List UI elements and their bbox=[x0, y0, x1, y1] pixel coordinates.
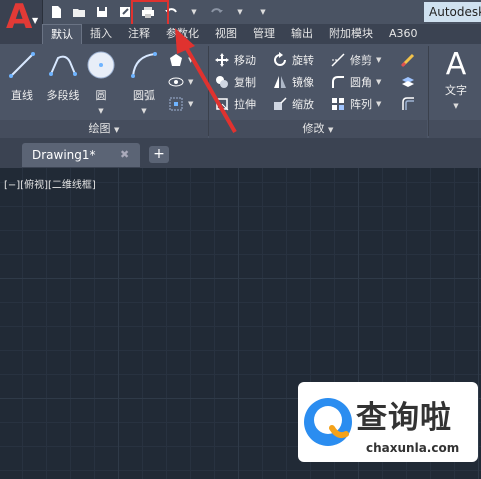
autocad-logo-icon: A bbox=[6, 0, 33, 37]
arc-icon bbox=[131, 52, 157, 78]
circle-tool-label: 圆 ▼ bbox=[95, 89, 107, 115]
undo-dropdown[interactable]: ▼ bbox=[184, 2, 204, 22]
fillet-icon bbox=[332, 76, 344, 88]
redo-button[interactable] bbox=[207, 2, 227, 22]
tab-default[interactable]: 默认 bbox=[42, 24, 82, 44]
explode-tool-button[interactable] bbox=[400, 72, 416, 92]
fillet-tool-button[interactable]: 圆角 ▼ bbox=[330, 72, 381, 92]
chevron-down-icon: ▼ bbox=[376, 100, 382, 108]
mirror-tool-button[interactable]: 镜像 bbox=[272, 72, 314, 92]
erase-tool-button[interactable] bbox=[400, 50, 416, 70]
scale-tool-button[interactable]: 缩放 bbox=[272, 94, 314, 114]
rotate-tool-button[interactable]: 旋转 bbox=[272, 50, 314, 70]
text-a-icon: A bbox=[445, 47, 467, 82]
chevron-down-icon: ▼ bbox=[191, 8, 197, 16]
annotation-arrow-icon bbox=[175, 28, 237, 134]
tab-manage[interactable]: 管理 bbox=[245, 24, 283, 44]
arc-tool-label: 圆弧 ▼ bbox=[133, 89, 155, 115]
eraser-icon bbox=[400, 53, 415, 68]
arc-tool-button[interactable]: 圆弧 ▼ bbox=[125, 50, 163, 116]
viewport-controls[interactable]: [−][俯视][二维线框] bbox=[4, 176, 96, 191]
line-tool-label: 直线 bbox=[11, 89, 33, 102]
save-as-icon bbox=[120, 7, 130, 17]
print-highlight-box bbox=[131, 0, 169, 27]
chevron-down-icon: ▼ bbox=[114, 126, 120, 134]
redo-dropdown[interactable]: ▼ bbox=[230, 2, 250, 22]
tab-output[interactable]: 输出 bbox=[283, 24, 321, 44]
fillet-label: 圆角 bbox=[350, 76, 372, 89]
watermark-url: chaxunla.com bbox=[366, 441, 460, 455]
layers-icon bbox=[402, 77, 414, 87]
chevron-down-icon: ▼ bbox=[328, 126, 334, 134]
text-tool-label: 文字 ▼ bbox=[445, 84, 467, 110]
circle-tool-button[interactable]: 圆 ▼ bbox=[84, 50, 118, 116]
chevron-down-icon: ▼ bbox=[376, 78, 382, 86]
scale-icon bbox=[274, 97, 287, 110]
app-title: Autodesk bbox=[424, 2, 481, 22]
application-menu-button[interactable]: A ▼ bbox=[0, 0, 43, 44]
offset-tool-button[interactable] bbox=[400, 94, 416, 114]
annotation-panel-footer[interactable] bbox=[429, 120, 481, 138]
chevron-down-icon: ▼ bbox=[260, 8, 266, 16]
polyline-icon bbox=[49, 55, 77, 76]
close-icon[interactable]: ✖ bbox=[120, 148, 129, 161]
polyline-tool-label: 多段线 bbox=[46, 89, 80, 102]
tab-insert[interactable]: 插入 bbox=[82, 24, 120, 44]
watermark-text: 查询啦 bbox=[356, 400, 452, 436]
mirror-label: 镜像 bbox=[292, 76, 314, 89]
mirror-icon bbox=[274, 76, 286, 88]
save-button[interactable] bbox=[92, 2, 112, 22]
save-icon bbox=[97, 7, 107, 17]
circle-icon bbox=[87, 51, 115, 79]
new-file-icon bbox=[52, 6, 61, 18]
new-tab-button[interactable]: + bbox=[149, 146, 169, 163]
text-tool-button[interactable]: A 文字 ▼ bbox=[434, 48, 478, 111]
open-file-button[interactable] bbox=[69, 2, 89, 22]
ribbon-tabs: 默认 插入 注释 参数化 视图 管理 输出 附加模块 A360 bbox=[42, 24, 481, 44]
chevron-down-icon: ▼ bbox=[376, 56, 382, 64]
chevron-down-icon: ▼ bbox=[98, 107, 104, 115]
scale-label: 缩放 bbox=[292, 98, 314, 111]
line-tool-button[interactable]: 直线 bbox=[4, 50, 40, 103]
array-tool-button[interactable]: 阵列 ▼ bbox=[330, 94, 381, 114]
array-icon bbox=[332, 98, 344, 110]
chevron-down-icon: ▼ bbox=[237, 8, 243, 16]
chevron-down-icon: ▼ bbox=[453, 102, 459, 110]
line-icon bbox=[9, 52, 35, 78]
chevron-down-icon: ▼ bbox=[32, 16, 39, 25]
chevron-down-icon: ▼ bbox=[141, 107, 147, 115]
polyline-tool-button[interactable]: 多段线 bbox=[42, 50, 84, 103]
tab-addins[interactable]: 附加模块 bbox=[321, 24, 381, 44]
tab-a360[interactable]: A360 bbox=[381, 24, 426, 44]
trim-icon bbox=[331, 53, 345, 67]
folder-open-icon bbox=[73, 9, 85, 17]
tab-annotate[interactable]: 注释 bbox=[120, 24, 158, 44]
redo-icon bbox=[211, 8, 223, 13]
customize-qat-button[interactable]: ▼ bbox=[253, 2, 273, 22]
array-label: 阵列 bbox=[350, 98, 372, 111]
rotate-icon bbox=[274, 52, 286, 66]
trim-tool-button[interactable]: 修剪 ▼ bbox=[330, 50, 381, 70]
new-file-button[interactable] bbox=[46, 2, 66, 22]
trim-label: 修剪 bbox=[350, 54, 372, 67]
offset-icon bbox=[402, 97, 414, 110]
rotate-label: 旋转 bbox=[292, 54, 314, 67]
